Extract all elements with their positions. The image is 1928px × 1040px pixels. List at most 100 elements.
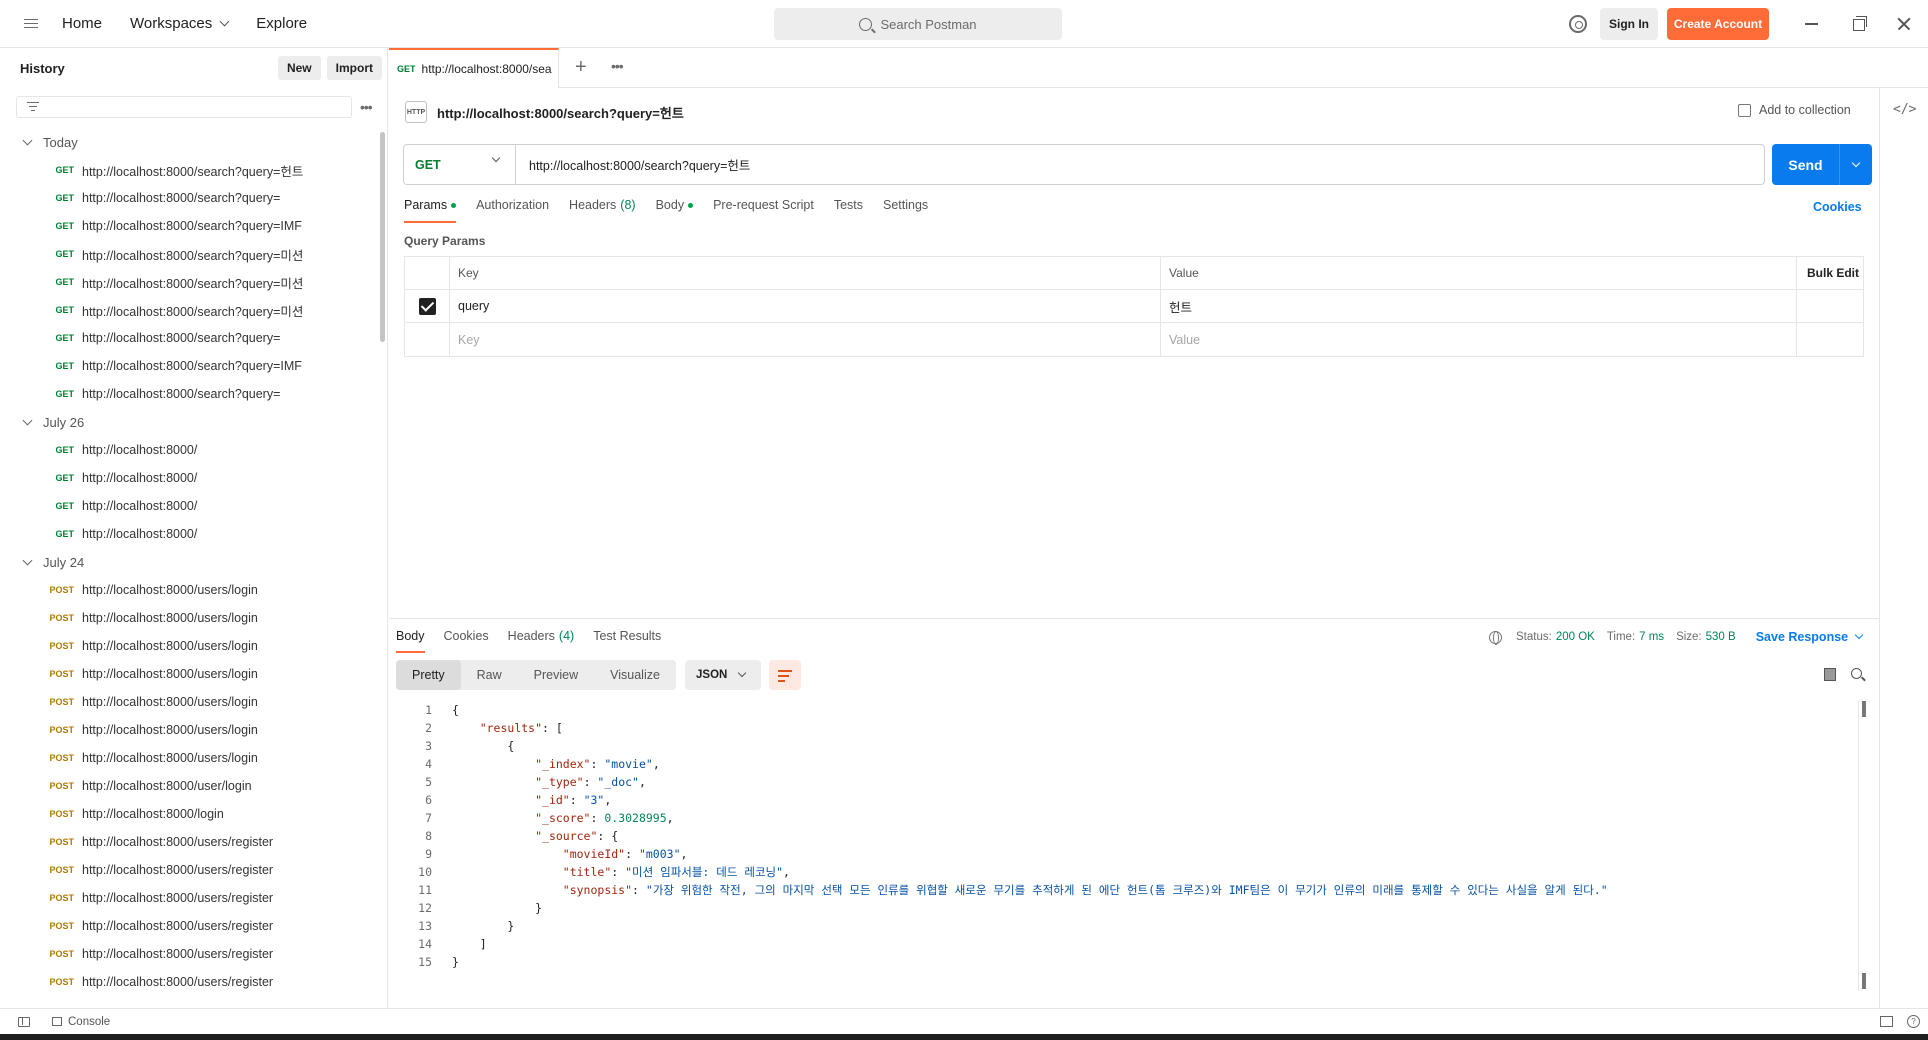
history-item[interactable]: POST http://localhost:8000/users/register (0, 856, 378, 884)
window-restore-icon[interactable] (1847, 12, 1871, 36)
history-item[interactable]: POST http://localhost:8000/users/login (0, 744, 378, 772)
view-preview[interactable]: Preview (518, 660, 594, 690)
history-item[interactable]: GET http://localhost:8000/search?query= (0, 380, 378, 408)
history-item[interactable]: POST http://localhost:8000/users/register (0, 828, 378, 856)
history-item[interactable]: POST http://localhost:8000/users/register (0, 968, 378, 996)
copy-icon[interactable] (1824, 668, 1836, 681)
response-tab-cookies[interactable]: Cookies (444, 629, 489, 653)
history-item[interactable]: GET http://localhost:8000/search?query=IM… (0, 352, 378, 380)
request-tab[interactable]: GET http://localhost:8000/sea (389, 48, 559, 88)
history-item-method: POST (49, 697, 74, 707)
history-item[interactable]: POST http://localhost:8000/users/login (0, 660, 378, 688)
window-close-icon[interactable] (1892, 12, 1916, 36)
bulk-edit-button[interactable]: Bulk Edit (1797, 257, 1863, 289)
history-item[interactable]: GET http://localhost:8000/search?query=미션 (0, 296, 378, 324)
nav-home[interactable]: Home (62, 15, 116, 32)
save-response-button[interactable]: Save Response (1756, 630, 1864, 644)
toggle-sidebar-icon[interactable] (18, 1016, 30, 1027)
param-checkbox[interactable] (418, 297, 436, 315)
nav-workspaces[interactable]: Workspaces (130, 15, 242, 32)
send-button[interactable]: Send (1772, 144, 1872, 185)
history-item[interactable]: POST http://localhost:8000/users/register (0, 884, 378, 912)
format-select[interactable]: JSON (685, 660, 761, 690)
param-key-input[interactable]: query (450, 290, 1161, 322)
param-value-input[interactable]: 헌트 (1161, 290, 1797, 322)
size-value[interactable]: 530 B (1706, 631, 1736, 643)
cookies-link[interactable]: Cookies (1813, 200, 1862, 214)
response-tab-headers[interactable]: Headers (4) (508, 629, 575, 653)
history-item[interactable]: POST http://localhost:8000/users/register (0, 940, 378, 968)
history-item[interactable]: GET http://localhost:8000/search?query=미션 (0, 240, 378, 268)
response-headers-count: (4) (558, 629, 575, 643)
help-icon[interactable]: ? (1907, 1015, 1920, 1028)
response-body-code[interactable]: 1{2 "results": [3 {4 "_index": "movie", 5… (389, 701, 1859, 971)
history-item[interactable]: GET http://localhost:8000/ (0, 464, 378, 492)
search-icon[interactable] (1851, 668, 1862, 679)
new-param-key-input[interactable]: Key (450, 323, 1161, 356)
history-group-header[interactable]: July 24 (0, 548, 378, 576)
tab-tests[interactable]: Tests (834, 198, 863, 223)
history-item[interactable]: POST http://localhost:8000/users/login (0, 688, 378, 716)
history-item[interactable]: GET http://localhost:8000/ (0, 436, 378, 464)
two-pane-layout-icon[interactable] (1880, 1016, 1893, 1027)
more-options-icon[interactable]: ••• (360, 99, 373, 115)
tab-authorization[interactable]: Authorization (476, 198, 549, 223)
search-input[interactable]: Search Postman (774, 8, 1062, 40)
method-select[interactable]: GET (404, 145, 516, 184)
sign-in-button[interactable]: Sign In (1600, 8, 1658, 40)
code-snippet-icon[interactable]: </> (1893, 102, 1916, 117)
menu-icon[interactable] (0, 0, 62, 48)
tab-params[interactable]: Params (404, 198, 457, 223)
sidebar-scrollbar[interactable] (380, 132, 385, 342)
tab-settings[interactable]: Settings (883, 198, 928, 223)
window-minimize-icon[interactable] (1800, 12, 1824, 36)
create-account-button[interactable]: Create Account (1667, 8, 1769, 40)
history-item[interactable]: POST http://localhost:8000/user/login (0, 772, 378, 800)
time-value[interactable]: 7 ms (1639, 631, 1664, 643)
history-item[interactable]: POST http://localhost:8000/login (0, 800, 378, 828)
new-param-description-cell[interactable] (1797, 323, 1863, 356)
nav-explore[interactable]: Explore (256, 15, 321, 32)
history-group-header[interactable]: July 26 (0, 408, 378, 436)
view-pretty[interactable]: Pretty (396, 660, 461, 690)
new-param-value-input[interactable]: Value (1161, 323, 1797, 356)
wrap-lines-icon[interactable] (769, 660, 801, 690)
history-item[interactable]: GET http://localhost:8000/search?query= (0, 184, 378, 212)
tab-headers[interactable]: Headers (8) (569, 198, 636, 223)
history-sidebar: History New Import ••• Today GET http://lo… (0, 48, 388, 1008)
console-button[interactable]: Console (52, 1016, 110, 1028)
new-button[interactable]: New (277, 56, 321, 80)
history-item[interactable]: POST http://localhost:8000/users/login (0, 716, 378, 744)
new-tab-plus-icon[interactable]: + (575, 56, 587, 79)
tab-prerequest-script[interactable]: Pre-request Script (713, 198, 814, 223)
add-to-collection-button[interactable]: Add to collection (1738, 103, 1851, 117)
globe-icon[interactable] (1489, 630, 1502, 645)
history-item[interactable]: GET http://localhost:8000/search?query=헌트 (0, 156, 378, 184)
param-description-cell[interactable] (1797, 290, 1863, 322)
tab-options-icon[interactable]: ••• (611, 58, 624, 74)
response-tab-test-results[interactable]: Test Results (593, 629, 661, 653)
history-item[interactable]: POST http://localhost:8000/users/login (0, 632, 378, 660)
history-item-method: GET (55, 361, 74, 371)
settings-gear-icon[interactable] (1569, 15, 1587, 33)
history-item[interactable]: POST http://localhost:8000/users/register (0, 912, 378, 940)
history-filter-input[interactable] (16, 96, 352, 118)
status-value[interactable]: 200 OK (1556, 631, 1595, 643)
code-scrollbar[interactable] (1858, 701, 1867, 991)
history-item[interactable]: GET http://localhost:8000/ (0, 520, 378, 548)
response-tab-body[interactable]: Body (396, 629, 425, 653)
import-button[interactable]: Import (326, 56, 382, 80)
history-item[interactable]: GET http://localhost:8000/search?query= (0, 324, 378, 352)
url-input[interactable]: http://localhost:8000/search?query=헌트 (516, 145, 750, 184)
view-visualize[interactable]: Visualize (594, 660, 676, 690)
view-raw[interactable]: Raw (461, 660, 518, 690)
history-item[interactable]: GET http://localhost:8000/search?query=IM… (0, 212, 378, 240)
tab-body[interactable]: Body (656, 198, 694, 223)
history-item[interactable]: POST http://localhost:8000/users/login (0, 576, 378, 604)
history-item[interactable]: GET http://localhost:8000/ (0, 492, 378, 520)
history-item[interactable]: POST http://localhost:8000/users/login (0, 604, 378, 632)
request-name[interactable]: http://localhost:8000/search?query=헌트 (437, 103, 684, 122)
history-item[interactable]: GET http://localhost:8000/search?query=미션 (0, 268, 378, 296)
send-options-chevron-icon[interactable] (1840, 144, 1872, 185)
history-group-header[interactable]: Today (0, 128, 378, 156)
